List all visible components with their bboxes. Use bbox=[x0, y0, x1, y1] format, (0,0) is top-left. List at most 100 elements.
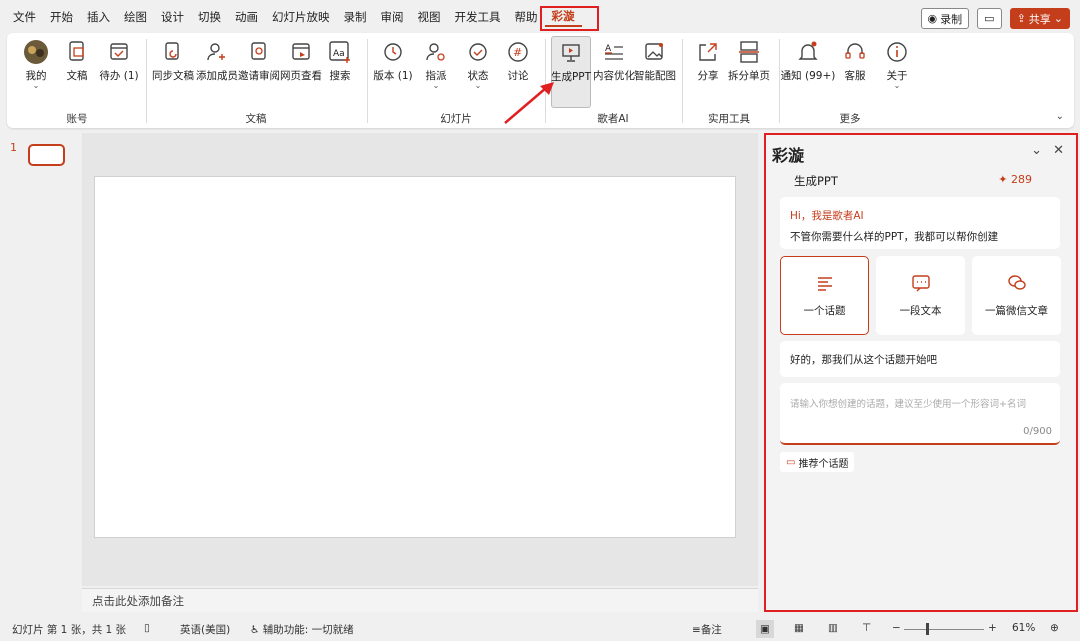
separator bbox=[146, 39, 147, 123]
zoom-slider[interactable] bbox=[904, 629, 984, 630]
fit-slide-icon[interactable]: ⊕ bbox=[1050, 622, 1059, 634]
slide-info: 幻灯片 第 1 张，共 1 张 bbox=[12, 624, 127, 636]
assign-user-icon bbox=[426, 43, 445, 61]
reading-view-icon[interactable]: ▥ bbox=[828, 622, 838, 634]
add-user-icon bbox=[207, 43, 225, 61]
highlight-box-tab bbox=[540, 6, 599, 31]
tab-9[interactable]: 审阅 bbox=[374, 5, 411, 29]
presentation-icon bbox=[562, 44, 580, 62]
docs-button[interactable]: 文稿 bbox=[63, 39, 91, 97]
slide-thumbnail[interactable] bbox=[28, 144, 65, 166]
tab-6[interactable]: 动画 bbox=[228, 5, 265, 29]
zoom-level[interactable]: 61% bbox=[1012, 622, 1035, 634]
notes-icon: ≡ bbox=[692, 624, 701, 636]
tab-5[interactable]: 切换 bbox=[191, 5, 228, 29]
share-button[interactable]: ⇪ 共享 ⌄ bbox=[1009, 8, 1070, 29]
option-text[interactable]: 一段文本 bbox=[876, 256, 965, 335]
char-counter: 0/900 bbox=[1023, 426, 1052, 437]
tab-0[interactable]: 文件 bbox=[6, 5, 43, 29]
image-icon bbox=[645, 43, 663, 60]
separator bbox=[682, 39, 683, 123]
slide-thumbnails: 1 bbox=[0, 133, 82, 611]
greeting-title: Hi，我是歌者AI bbox=[790, 210, 864, 222]
topic-input-placeholder: 请输入你想创建的话题，建议至少使用一个形容词+名词 bbox=[790, 399, 1026, 410]
accessibility-status[interactable]: ♿ 辅助功能: 一切就绪 bbox=[250, 622, 354, 637]
split-page-button[interactable]: 拆分单页 bbox=[727, 39, 771, 97]
tab-10[interactable]: 视图 bbox=[411, 5, 448, 29]
sync-docs-button[interactable]: 同步文稿 bbox=[151, 39, 195, 97]
content-optimize-button[interactable]: A 内容优化 bbox=[593, 39, 635, 97]
tab-11[interactable]: 开发工具 bbox=[448, 5, 508, 29]
text-edit-icon: A bbox=[605, 44, 623, 60]
text-box-icon bbox=[911, 275, 930, 292]
avatar bbox=[24, 40, 48, 64]
group-label-account: 账号 bbox=[66, 113, 88, 125]
tab-4[interactable]: 设计 bbox=[154, 5, 191, 29]
todo-button[interactable]: 待办 (1) bbox=[99, 39, 139, 97]
slide-sorter-icon[interactable]: ▦ bbox=[794, 622, 804, 634]
tab-1[interactable]: 开始 bbox=[43, 5, 80, 29]
headset-icon bbox=[845, 43, 865, 59]
comment-button[interactable]: ▭ bbox=[977, 8, 1002, 29]
group-label-tools: 实用工具 bbox=[708, 113, 750, 125]
option-topic[interactable]: 一个话题 bbox=[780, 256, 869, 335]
chevron-down-icon: ⌄ bbox=[32, 81, 40, 90]
bell-icon bbox=[798, 41, 818, 60]
notes-pane[interactable]: 点击此处添加备注 bbox=[82, 588, 758, 612]
about-button[interactable]: 关于 ⌄ bbox=[883, 39, 911, 97]
chevron-down-icon[interactable]: ⌄ bbox=[1031, 143, 1042, 158]
zoom-in-button[interactable]: + bbox=[988, 622, 997, 634]
browser-icon bbox=[292, 43, 310, 60]
add-member-button[interactable]: 添加成员 bbox=[195, 39, 239, 97]
tab-8[interactable]: 录制 bbox=[337, 5, 374, 29]
close-icon[interactable]: ✕ bbox=[1053, 143, 1064, 158]
smart-image-button[interactable]: 智能配图 bbox=[634, 39, 676, 97]
slideshow-icon[interactable]: ⊤ bbox=[862, 622, 871, 634]
recommend-topic-button[interactable]: ▭ 推荐个话题 bbox=[780, 452, 855, 472]
language[interactable]: 英语(美国) bbox=[180, 622, 230, 637]
group-label-docs: 文稿 bbox=[245, 113, 267, 125]
hashtag-icon: # bbox=[508, 42, 528, 62]
notes-toggle[interactable]: ≡备注 bbox=[692, 622, 722, 637]
svg-text:#: # bbox=[513, 46, 522, 59]
invite-review-button[interactable]: 邀请审阅 bbox=[237, 39, 281, 97]
customer-service-button[interactable]: 客服 bbox=[841, 39, 869, 97]
status-check-icon bbox=[469, 43, 487, 61]
comment-icon: ▭ bbox=[984, 12, 995, 25]
share-out-icon bbox=[699, 43, 717, 61]
tab-3[interactable]: 绘图 bbox=[117, 5, 154, 29]
mine-button[interactable]: 我的 ⌄ bbox=[21, 39, 51, 97]
calendar-check-icon bbox=[110, 43, 128, 60]
chat-icon: ▭ bbox=[786, 456, 796, 468]
assign-button[interactable]: 指派 ⌄ bbox=[423, 39, 449, 97]
group-label-slides: 幻灯片 bbox=[440, 113, 472, 125]
zoom-out-button[interactable]: − bbox=[892, 622, 901, 634]
tab-2[interactable]: 插入 bbox=[80, 5, 117, 29]
normal-view-icon[interactable]: ▣ bbox=[756, 620, 774, 638]
version-button[interactable]: 版本 (1) bbox=[373, 39, 413, 97]
notify-button[interactable]: 通知 (99+) bbox=[781, 39, 835, 97]
search-button[interactable]: Aa 搜索 bbox=[325, 39, 355, 97]
greeting-card: Hi，我是歌者AI 不管你需要什么样的PPT，我都可以帮你创建 bbox=[780, 197, 1060, 249]
option-wechat-article[interactable]: 一篇微信文章 bbox=[972, 256, 1061, 335]
group-label-more: 更多 bbox=[839, 113, 861, 125]
text-lines-icon bbox=[817, 277, 832, 291]
zoom-slider-thumb[interactable] bbox=[926, 623, 929, 635]
tab-7[interactable]: 幻灯片放映 bbox=[265, 5, 337, 29]
collapse-ribbon-icon[interactable]: ⌄ bbox=[1056, 111, 1064, 122]
greeting-text: 不管你需要什么样的PPT，我都可以帮你创建 bbox=[790, 231, 999, 243]
topic-input[interactable]: 请输入你想创建的话题，建议至少使用一个形容词+名词 0/900 bbox=[780, 383, 1060, 445]
web-view-button[interactable]: 网页查看 bbox=[279, 39, 323, 97]
record-icon: ◉ bbox=[927, 12, 938, 25]
record-button[interactable]: ◉ 录制 bbox=[920, 8, 970, 29]
status-button[interactable]: 状态 ⌄ bbox=[465, 39, 491, 97]
share-ribbon-button[interactable]: 分享 bbox=[695, 39, 721, 97]
search-text-icon: Aa bbox=[329, 41, 350, 63]
slide-canvas[interactable] bbox=[94, 176, 736, 538]
annotation-arrow bbox=[504, 82, 554, 124]
group-label-ai: 歌者AI bbox=[597, 113, 629, 125]
tab-12[interactable]: 帮助 bbox=[508, 5, 545, 29]
history-icon bbox=[384, 43, 402, 61]
spellcheck-icon[interactable]: ▯ bbox=[144, 622, 150, 634]
split-icon bbox=[739, 41, 759, 63]
